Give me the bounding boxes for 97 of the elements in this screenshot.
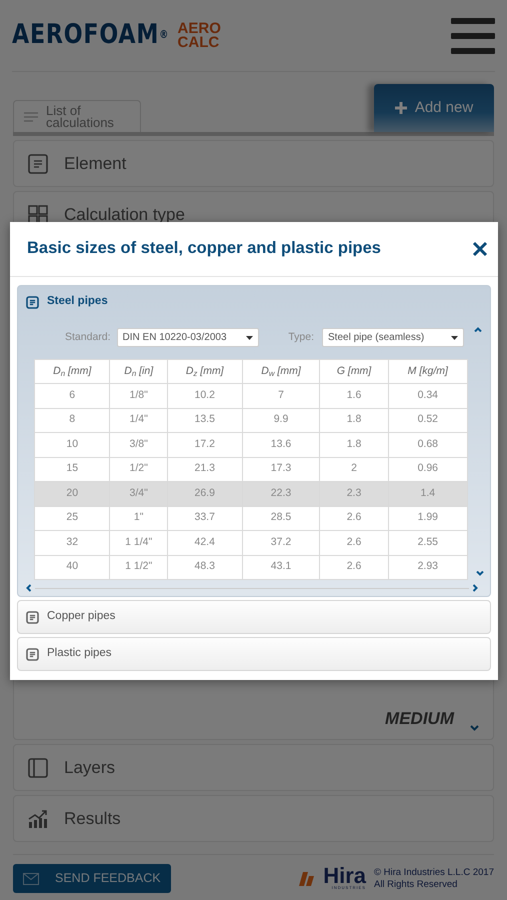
document-icon [28, 154, 48, 174]
chevron-up-icon[interactable] [474, 327, 482, 332]
table-cell: 8 [34, 408, 110, 432]
table-cell: 22.3 [242, 482, 320, 506]
section-title: Layers [64, 756, 116, 779]
table-cell: 1.99 [388, 506, 468, 530]
close-icon[interactable] [472, 241, 488, 257]
table-cell: 10.2 [167, 384, 242, 408]
table-cell: 2.3 [320, 482, 388, 506]
section-title: Element [64, 152, 126, 175]
send-feedback-button[interactable]: SEND FEEDBACK [13, 864, 171, 893]
table-cell: 10 [34, 432, 110, 457]
table-cell: 20 [34, 482, 110, 506]
document-icon [26, 648, 39, 660]
chevron-down-icon[interactable] [476, 571, 484, 576]
dropdown-field[interactable]: DIN EN 10220-03/2003 [116, 328, 259, 347]
table-cell: 2.93 [388, 555, 468, 580]
table-cell: 1 1/4" [110, 530, 168, 555]
table-cell: 26.9 [167, 482, 242, 506]
table-row[interactable]: 6 1/8" 10.2 7 1.6 0.34 [34, 384, 468, 408]
table-cell: 7 [242, 384, 320, 408]
chevron-down-icon[interactable] [470, 725, 479, 731]
column-header: D$_{z}$ [mm] [167, 360, 242, 384]
chevron-right-icon[interactable] [473, 584, 478, 592]
table-cell: 3/4" [110, 482, 168, 506]
document-icon [26, 610, 39, 624]
table-cell: 32 [34, 530, 110, 555]
brand-logo: AEROFOAM$^{®}$ [12, 18, 170, 52]
table-row[interactable]: 32 1 1/4" 42.4 37.2 2.6 2.55 [34, 530, 468, 555]
table-cell: 2.6 [320, 506, 388, 530]
insulation-level: MEDIUM [385, 708, 454, 730]
table-cell: 2.6 [320, 530, 388, 555]
document-icon [26, 296, 39, 308]
table-row[interactable]: 25 1" 33.7 28.5 2.6 1.99 [34, 506, 468, 530]
book-icon [28, 758, 48, 778]
section-title: Results [64, 808, 121, 830]
table-cell: 1/8" [110, 384, 168, 408]
caret-icon [451, 336, 458, 340]
envelope-icon [23, 872, 39, 884]
table-cell: 9.9 [242, 408, 320, 432]
table-cell: 2.6 [320, 555, 388, 580]
section-panel[interactable]: Element [13, 140, 494, 187]
company-logo-icon [299, 870, 316, 886]
table-cell: 17.2 [167, 432, 242, 457]
table-cell: 25 [34, 506, 110, 530]
add-new-button[interactable]: Add new [374, 84, 494, 132]
table-cell: 1.6 [320, 384, 388, 408]
column-header: G [mm] [320, 360, 388, 384]
modal-title: Basic sizes of steel, copper and plastic pipes [27, 239, 381, 259]
plus-icon [394, 102, 407, 114]
table-row[interactable]: 20 3/4" 26.9 22.3 2.3 1.4 [34, 482, 468, 506]
table-cell: 2.55 [388, 530, 468, 555]
chevron-left-icon[interactable] [26, 584, 31, 592]
chart-icon [28, 808, 48, 828]
table-cell: 33.7 [167, 506, 242, 530]
list-icon [24, 112, 38, 122]
table-cell: 13.5 [167, 408, 242, 432]
filter-label: Type: [288, 330, 314, 345]
table-cell: 1 1/2" [110, 555, 168, 580]
column-header: M [kg/m] [388, 360, 468, 384]
table-cell: 1" [110, 506, 168, 530]
company-name: Hira [323, 866, 366, 884]
table-cell: 1.8 [320, 432, 388, 457]
table-row[interactable]: 40 1 1/2" 48.3 43.1 2.6 2.93 [34, 555, 468, 580]
table-cell: 3/8" [110, 432, 168, 457]
table-cell: 28.5 [242, 506, 320, 530]
column-header: D$_{n}$ [mm] [34, 360, 110, 384]
filter-label: Standard: [65, 330, 111, 345]
table-cell: 37.2 [242, 530, 320, 555]
copyright-text: © Hira Industries L.L.C 2017 All Rights Reserved [374, 866, 494, 890]
table-cell: 1.8 [320, 408, 388, 432]
column-header: D$_{w}$ [mm] [242, 360, 320, 384]
table-cell: 13.6 [242, 432, 320, 457]
column-header: D$_{n}$ [in] [110, 360, 168, 384]
table-cell: 6 [34, 384, 110, 408]
list-button[interactable]: List of calculations [13, 100, 141, 132]
table-cell: 48.3 [167, 555, 242, 580]
section-panel[interactable]: Results [13, 795, 494, 842]
table-cell: 43.1 [242, 555, 320, 580]
section-title: Calculation type [64, 204, 185, 226]
table-cell: 42.4 [167, 530, 242, 555]
section-panel[interactable]: Layers [13, 744, 494, 791]
app-name: AERO CALC [178, 22, 221, 50]
table-row[interactable]: 10 3/8" 17.2 13.6 1.8 0.68 [34, 432, 468, 457]
caret-icon [246, 336, 253, 340]
table-cell: 1/4" [110, 408, 168, 432]
table-cell: 0.34 [388, 384, 468, 408]
dropdown-field[interactable]: Steel pipe (seamless) [322, 328, 464, 347]
table-cell: 40 [34, 555, 110, 580]
table-cell: 0.68 [388, 432, 468, 457]
accordion-header[interactable]: Steel pipes [18, 286, 490, 318]
menu-icon[interactable] [451, 16, 495, 54]
table-cell: 0.52 [388, 408, 468, 432]
table-row[interactable]: 8 1/4" 13.5 9.9 1.8 0.52 [34, 408, 468, 432]
accordion-header[interactable]: Plastic pipes [18, 638, 490, 670]
table-cell: 1.4 [388, 482, 468, 506]
accordion-header[interactable]: Copper pipes [18, 601, 490, 633]
